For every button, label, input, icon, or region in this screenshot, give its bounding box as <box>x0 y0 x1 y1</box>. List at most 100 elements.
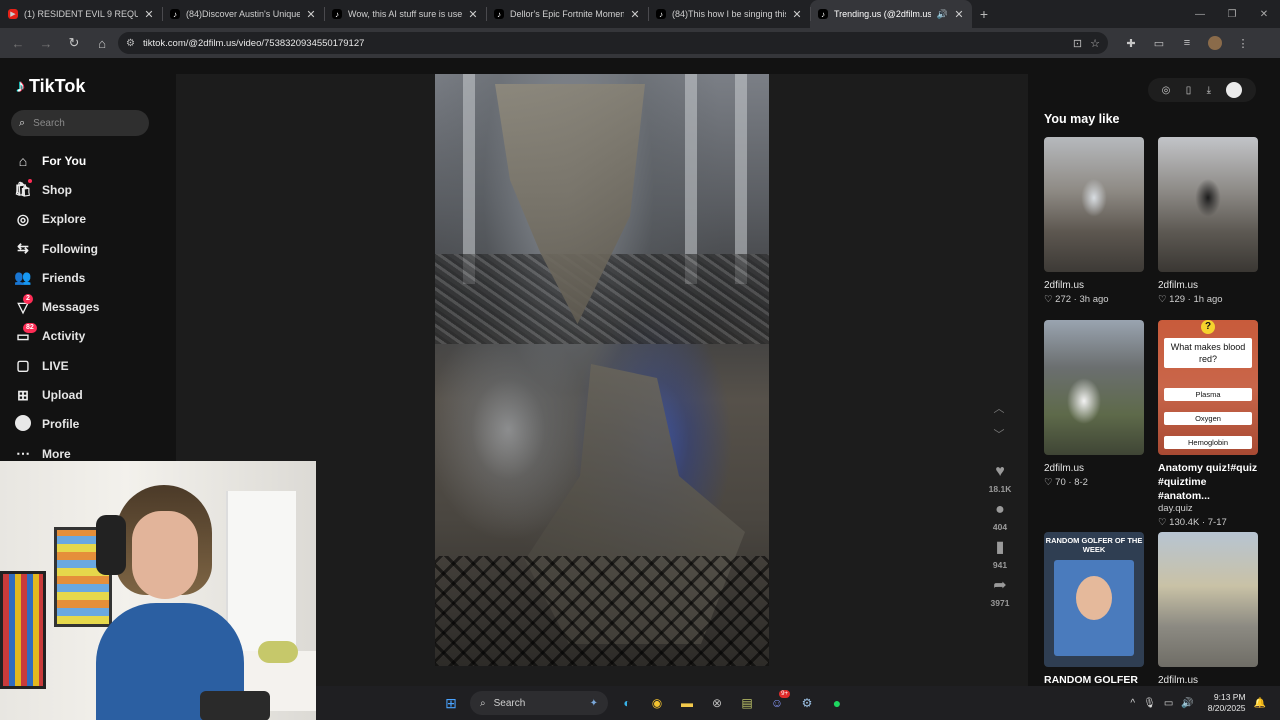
close-tab-icon[interactable]: ✕ <box>468 8 478 21</box>
browser-tab[interactable]: ♪ Wow, this AI stuff sure is useful ✕ <box>324 0 486 28</box>
address-bar[interactable]: ⚙ tiktok.com/@2dfilm.us/video/7538320934… <box>118 32 1108 54</box>
sidebar-item-shop[interactable]: 🛍 Shop <box>14 175 164 204</box>
chevron-up-icon[interactable]: ^ <box>1130 698 1135 709</box>
browser-tab[interactable]: ♪ (84)This how I be singing this s ✕ <box>648 0 810 28</box>
thumbnail-caption: RANDOM GOLFER OF THE WEEK <box>1045 536 1143 554</box>
video-thumbnail[interactable]: ? What makes blood red? Plasma Oxygen He… <box>1158 320 1258 455</box>
recommendation-card[interactable]: 2dfilm.us <box>1158 532 1258 686</box>
restore-icon[interactable]: ❐ <box>1216 0 1248 28</box>
sidebar-item-explore[interactable]: ◎ Explore <box>14 205 164 234</box>
minimize-icon[interactable]: — <box>1184 0 1216 28</box>
reload-icon[interactable]: ↻ <box>62 31 86 55</box>
close-tab-icon[interactable]: ✕ <box>306 8 316 21</box>
home-icon[interactable]: ⌂ <box>90 31 114 55</box>
clock[interactable]: 9:13 PM 8/20/2025 <box>1208 692 1246 714</box>
file-explorer-icon[interactable]: ▬ <box>676 692 698 714</box>
user-avatar[interactable] <box>1226 82 1243 98</box>
bookmark-star-icon[interactable]: ☆ <box>1090 37 1100 50</box>
url-text[interactable]: tiktok.com/@2dfilm.us/video/753832093455… <box>143 38 1065 49</box>
search-input[interactable]: ⌕ Search <box>11 110 149 136</box>
tab-title: (1) RESIDENT EVIL 9 REQUIEM <box>24 9 138 19</box>
new-tab-button[interactable]: + <box>972 0 996 28</box>
sidebar-item-for-you[interactable]: ⌂ For You <box>14 146 164 175</box>
browser-tab[interactable]: ▶ (1) RESIDENT EVIL 9 REQUIEM ✕ <box>0 0 162 28</box>
speaker-icon[interactable]: 🔊 <box>937 9 948 20</box>
close-window-icon[interactable]: ✕ <box>1248 0 1280 28</box>
chevron-up-icon[interactable]: ︿ <box>994 400 1005 416</box>
video-thumbnail[interactable] <box>1044 320 1144 455</box>
back-icon[interactable]: ← <box>6 31 30 55</box>
plush-toy <box>258 641 298 663</box>
phone-icon[interactable]: ▯ <box>1186 85 1192 96</box>
card-author[interactable]: 2dfilm.us <box>1044 280 1144 291</box>
xbox-icon[interactable]: ⊗ <box>706 692 728 714</box>
share-arrow-icon: ➦ <box>993 577 1007 594</box>
coin-icon[interactable]: ◎ <box>1162 85 1171 96</box>
close-tab-icon[interactable]: ✕ <box>630 8 640 21</box>
video-thumbnail[interactable] <box>1158 137 1258 272</box>
video-thumbnail[interactable] <box>1158 532 1258 667</box>
cast-icon[interactable]: ▭ <box>1148 32 1170 54</box>
save-button[interactable]: ▮ 941 <box>993 538 1007 570</box>
recommendation-card[interactable]: RANDOM GOLFER OF THE WEEK RANDOM GOLFER <box>1044 532 1144 687</box>
close-tab-icon[interactable]: ✕ <box>792 8 802 21</box>
browser-tab[interactable]: ♪ Dellor's Epic Fortnite Moments ✕ <box>486 0 648 28</box>
discord-icon[interactable]: ☺ 9+ <box>766 690 790 714</box>
steam-icon[interactable]: ⚙ <box>796 692 818 714</box>
browser-tab[interactable]: ♪ (84)Discover Austin's Unique R ✕ <box>162 0 324 28</box>
card-author[interactable]: 2dfilm.us <box>1158 675 1258 686</box>
close-tab-icon[interactable]: ✕ <box>954 8 964 21</box>
golfer-photo <box>1054 560 1134 656</box>
sidebar-item-profile[interactable]: Profile <box>14 410 164 439</box>
search-highlight-icon: ✦ <box>589 697 598 709</box>
sidebar-item-label: Messages <box>42 300 100 315</box>
video-thumbnail[interactable]: RANDOM GOLFER OF THE WEEK <box>1044 532 1144 667</box>
game-app-icon[interactable]: ▤ <box>736 692 758 714</box>
youtube-icon: ▶ <box>8 9 18 19</box>
card-title[interactable]: Anatomy quiz!#quiz #quiztime #anatom... <box>1158 461 1258 503</box>
volume-icon[interactable]: 🔊 <box>1181 698 1193 709</box>
media-controls-icon[interactable]: ≡ <box>1176 32 1198 54</box>
share-button[interactable]: ➦ 3971 <box>991 576 1010 608</box>
site-info-icon[interactable]: ⚙ <box>126 38 135 49</box>
notification-bell-icon[interactable]: 🔔 <box>1254 698 1266 709</box>
recommendation-card[interactable]: 2dfilm.us ♡ 70 · 8-2 <box>1044 320 1144 488</box>
profile-avatar-icon[interactable] <box>1204 32 1226 54</box>
following-icon: ⇆ <box>17 240 29 257</box>
recommendation-card[interactable]: ? What makes blood red? Plasma Oxygen He… <box>1158 320 1258 528</box>
card-author[interactable]: day.quiz <box>1158 503 1258 514</box>
taskbar-search[interactable]: ⌕ Search ✦ <box>470 691 608 715</box>
sidebar-item-messages[interactable]: ▽ 2 Messages <box>14 292 164 321</box>
sidebar-item-upload[interactable]: ⊞ Upload <box>14 380 164 409</box>
menu-kebab-icon[interactable]: ⋮ <box>1232 32 1254 54</box>
sidebar-item-live[interactable]: ▢ LIVE <box>14 351 164 380</box>
browser-tab-active[interactable]: ♪ Trending.us (@2dfilm.us)'s 🔊 ✕ <box>810 0 972 28</box>
microphone-icon[interactable]: 🎙 <box>1143 698 1156 709</box>
card-likes: 129 <box>1169 294 1186 305</box>
sidebar-item-activity[interactable]: ▭ 82 Activity <box>14 322 164 351</box>
edge-icon[interactable]: ◐ <box>616 692 638 714</box>
tiktok-icon: ♪ <box>170 9 180 19</box>
card-author[interactable]: 2dfilm.us <box>1044 463 1144 474</box>
chrome-icon[interactable]: ◉ <box>646 692 668 714</box>
install-app-icon[interactable]: ⊡ <box>1073 37 1082 50</box>
spotify-icon[interactable]: ● <box>826 692 848 714</box>
sidebar-item-following[interactable]: ⇆ Following <box>14 234 164 263</box>
close-tab-icon[interactable]: ✕ <box>144 8 154 21</box>
chevron-down-icon[interactable]: ﹀ <box>994 426 1005 442</box>
display-icon[interactable]: ▭ <box>1164 698 1173 709</box>
video-thumbnail[interactable] <box>1044 137 1144 272</box>
recommendation-card[interactable]: 2dfilm.us ♡ 129 · 1h ago <box>1158 137 1258 305</box>
windows-start-icon[interactable]: ⊞ <box>440 692 462 714</box>
sidebar-item-friends[interactable]: 👥 Friends <box>14 263 164 292</box>
comment-button[interactable]: ● 404 <box>993 500 1007 532</box>
forward-icon[interactable]: → <box>34 31 58 55</box>
card-author[interactable]: 2dfilm.us <box>1158 280 1258 291</box>
recommendation-card[interactable]: 2dfilm.us ♡ 272 · 3h ago <box>1044 137 1144 305</box>
like-button[interactable]: ♥ 18.1K <box>989 462 1012 494</box>
video-player[interactable] <box>435 74 769 666</box>
download-icon[interactable]: ⤓ <box>1207 85 1211 96</box>
extensions-puzzle-icon[interactable]: ✚ <box>1120 32 1142 54</box>
card-title[interactable]: RANDOM GOLFER <box>1044 673 1144 687</box>
tiktok-logo[interactable]: ♪ TikTok <box>16 76 85 97</box>
